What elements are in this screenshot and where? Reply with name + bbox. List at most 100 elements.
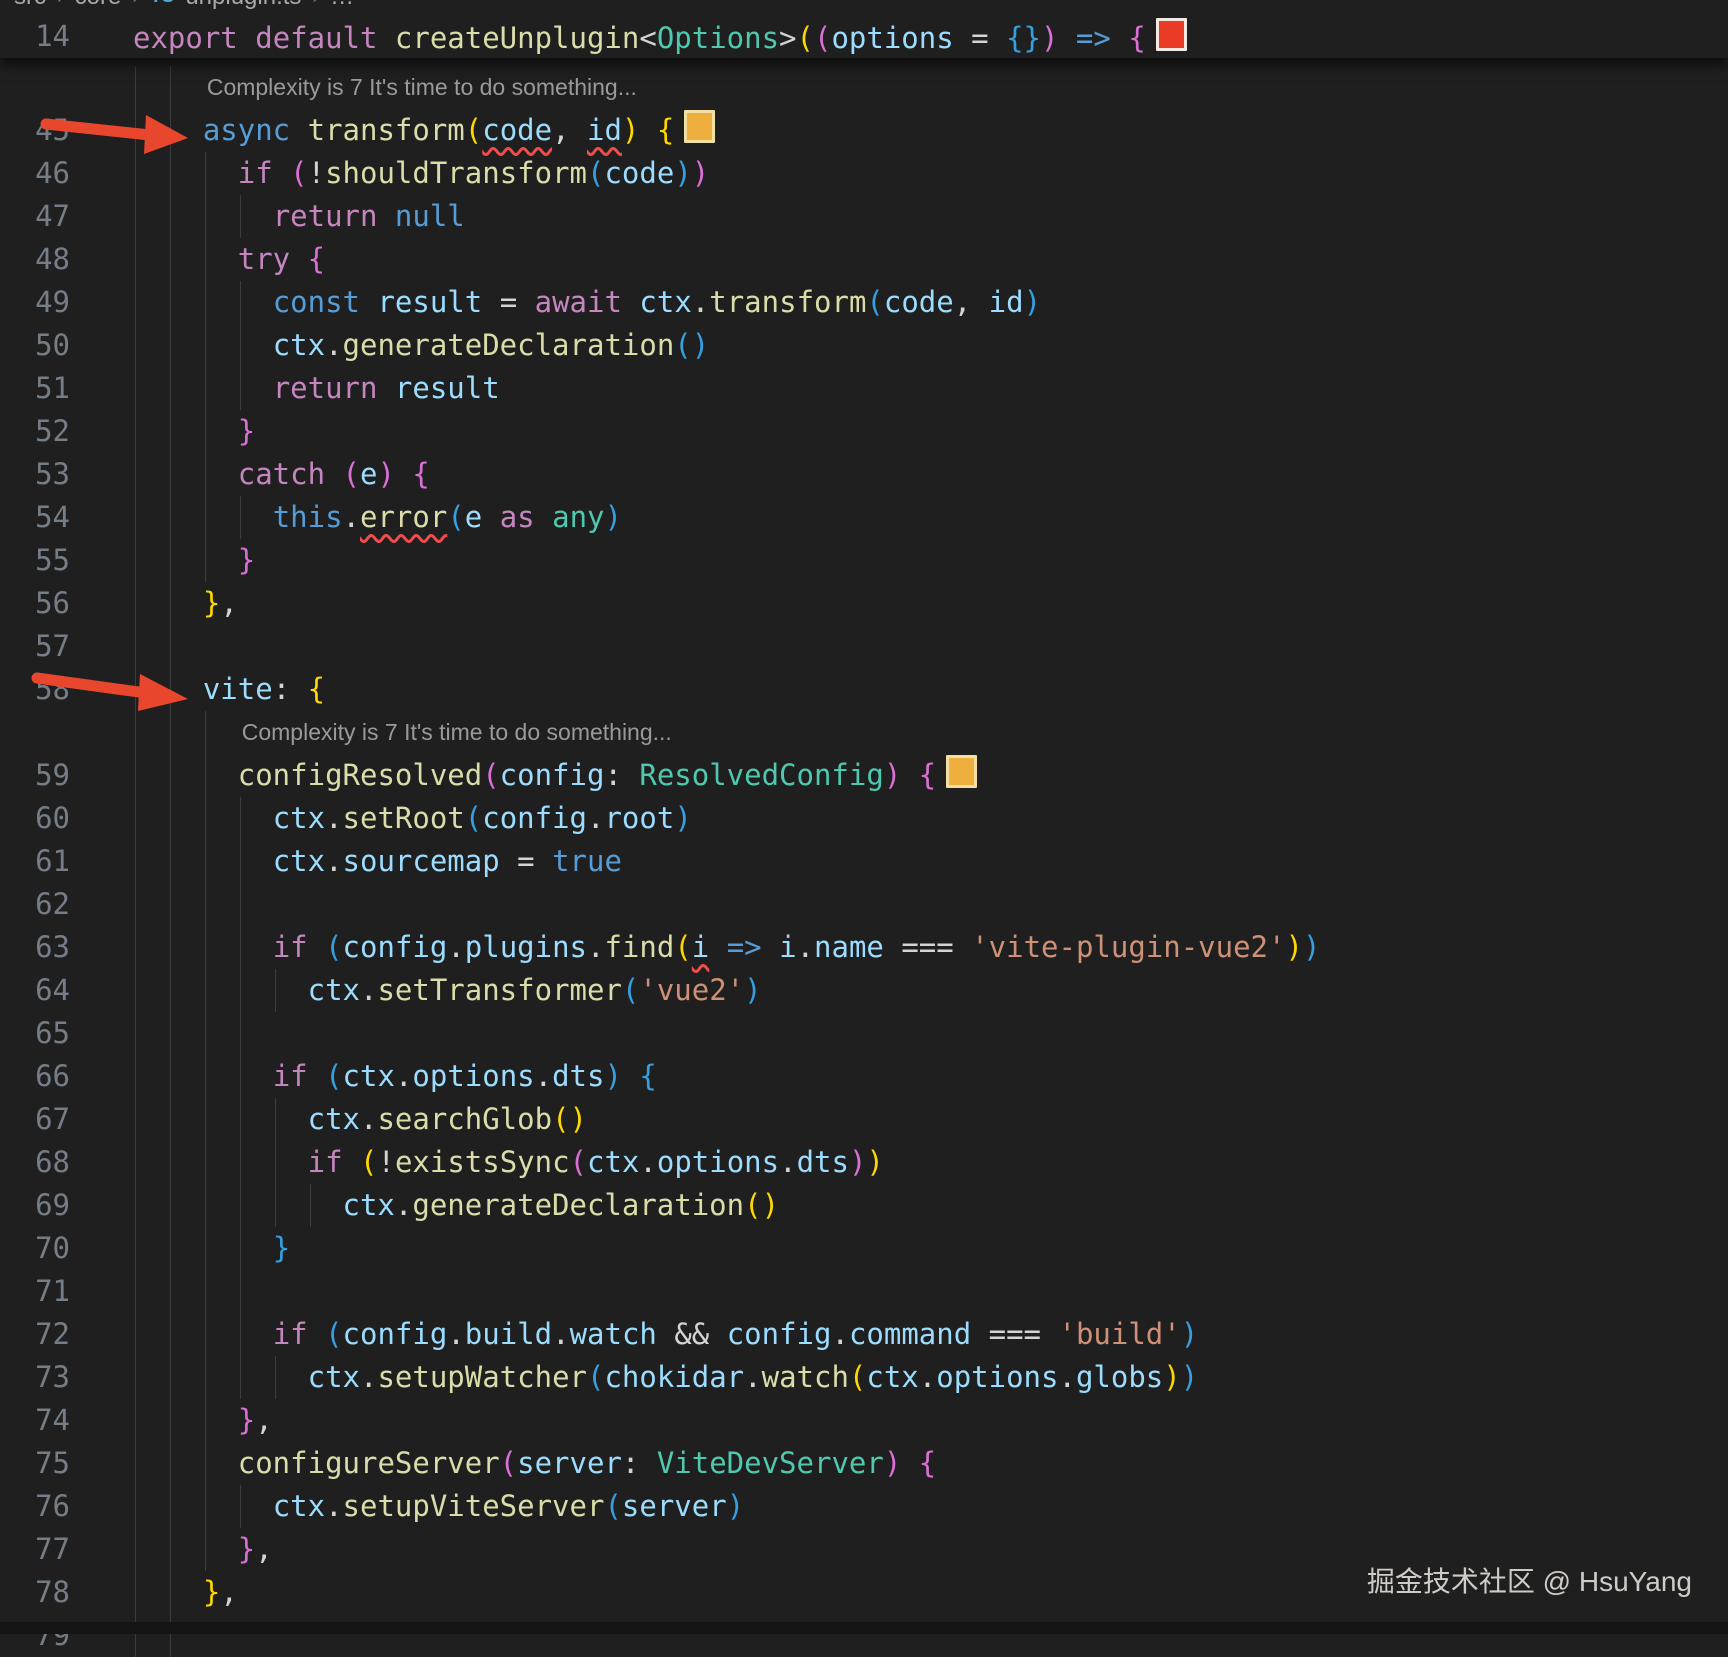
line-number[interactable]: 76 xyxy=(0,1485,70,1528)
line-number[interactable]: 75 xyxy=(0,1442,70,1485)
code-line-56[interactable]: 56 }, xyxy=(0,582,1728,625)
code-line-61[interactable]: 61 ctx.sourcemap = true xyxy=(0,840,1728,883)
line-number[interactable]: 79 xyxy=(0,1614,70,1657)
line-number[interactable]: 50 xyxy=(0,324,70,367)
code-line-53[interactable]: 53 catch (e) { xyxy=(0,453,1728,496)
code-line-45[interactable]: 45 async transform(code, id) { xyxy=(0,109,1728,152)
line-number[interactable]: 57 xyxy=(0,625,70,668)
sticky-scroll-line-14[interactable]: 14 export default createUnplugin<Options… xyxy=(0,14,1728,58)
code-line-74[interactable]: 74 }, xyxy=(0,1399,1728,1442)
code-text[interactable] xyxy=(70,1614,133,1657)
code-text[interactable]: ctx.sourcemap = true xyxy=(70,840,622,883)
line-number[interactable]: 63 xyxy=(0,926,70,969)
code-line-52[interactable]: 52 } xyxy=(0,410,1728,453)
line-number[interactable]: 51 xyxy=(0,367,70,410)
line-number[interactable]: 67 xyxy=(0,1098,70,1141)
line-number[interactable]: 53 xyxy=(0,453,70,496)
code-text[interactable]: const result = await ctx.transform(code,… xyxy=(70,281,1041,324)
code-line-48[interactable]: 48 try { xyxy=(0,238,1728,281)
line-number[interactable]: 60 xyxy=(0,797,70,840)
line-number[interactable] xyxy=(0,66,70,109)
line-number[interactable]: 62 xyxy=(0,883,70,926)
code-line-66[interactable]: 66 if (ctx.options.dts) { xyxy=(0,1055,1728,1098)
code-text[interactable]: }, xyxy=(70,1571,238,1614)
code-line-73[interactable]: 73 ctx.setupWatcher(chokidar.watch(ctx.o… xyxy=(0,1356,1728,1399)
breadcrumb[interactable]: src › core › TS unplugin.ts › … xyxy=(0,0,1728,14)
line-number[interactable]: 49 xyxy=(0,281,70,324)
code-line-64[interactable]: 64 ctx.setTransformer('vue2') xyxy=(0,969,1728,1012)
code-text[interactable] xyxy=(70,1012,133,1055)
line-number[interactable]: 68 xyxy=(0,1141,70,1184)
code-line-54[interactable]: 54 this.error(e as any) xyxy=(0,496,1728,539)
code-line-57[interactable]: 57 xyxy=(0,625,1728,668)
codelens-complexity-link[interactable]: Complexity is 7 It's time to do somethin… xyxy=(70,711,672,754)
line-number[interactable]: 66 xyxy=(0,1055,70,1098)
code-line-67[interactable]: 67 ctx.searchGlob() xyxy=(0,1098,1728,1141)
code-text[interactable] xyxy=(70,625,133,668)
code-line-68[interactable]: 68 if (!existsSync(ctx.options.dts)) xyxy=(0,1141,1728,1184)
code-text[interactable]: if (config.build.watch && config.command… xyxy=(70,1313,1198,1356)
code-line-65[interactable]: 65 xyxy=(0,1012,1728,1055)
code-text[interactable]: async transform(code, id) { xyxy=(70,109,716,152)
code-line-55[interactable]: 55 } xyxy=(0,539,1728,582)
code-line-50[interactable]: 50 ctx.generateDeclaration() xyxy=(0,324,1728,367)
code-text[interactable]: if (!existsSync(ctx.options.dts)) xyxy=(70,1141,884,1184)
line-number[interactable]: 52 xyxy=(0,410,70,453)
code-text[interactable]: if (ctx.options.dts) { xyxy=(70,1055,657,1098)
code-line-75[interactable]: 75 configureServer(server: ViteDevServer… xyxy=(0,1442,1728,1485)
code-text[interactable]: if (config.plugins.find(i => i.name === … xyxy=(70,926,1321,969)
line-number[interactable] xyxy=(0,711,70,754)
code-text[interactable] xyxy=(70,1270,133,1313)
code-line-72[interactable]: 72 if (config.build.watch && config.comm… xyxy=(0,1313,1728,1356)
line-number[interactable]: 71 xyxy=(0,1270,70,1313)
code-line-59[interactable]: 59 configResolved(config: ResolvedConfig… xyxy=(0,754,1728,797)
code-text[interactable]: try { xyxy=(70,238,325,281)
breadcrumb-item-core[interactable]: core xyxy=(75,0,122,11)
line-number[interactable]: 61 xyxy=(0,840,70,883)
code-line-79[interactable]: 79 xyxy=(0,1614,1728,1657)
code-text[interactable]: }, xyxy=(70,1399,273,1442)
line-number[interactable]: 48 xyxy=(0,238,70,281)
code-text[interactable]: return null xyxy=(70,195,465,238)
code-text[interactable]: configResolved(config: ResolvedConfig) { xyxy=(70,754,978,797)
code-line-47[interactable]: 47 return null xyxy=(0,195,1728,238)
line-number[interactable]: 74 xyxy=(0,1399,70,1442)
editor-code-area[interactable]: Complexity is 7 It's time to do somethin… xyxy=(0,66,1728,1657)
code-text[interactable]: configureServer(server: ViteDevServer) { xyxy=(70,1442,936,1485)
breadcrumb-item-src[interactable]: src xyxy=(14,0,46,11)
line-number[interactable]: 59 xyxy=(0,754,70,797)
line-number[interactable]: 64 xyxy=(0,969,70,1012)
line-number[interactable]: 54 xyxy=(0,496,70,539)
code-text[interactable]: if (!shouldTransform(code)) xyxy=(70,152,709,195)
code-text[interactable]: ctx.generateDeclaration() xyxy=(70,1184,780,1227)
code-line-46[interactable]: 46 if (!shouldTransform(code)) xyxy=(0,152,1728,195)
code-text[interactable]: }, xyxy=(70,582,238,625)
code-text[interactable]: return result xyxy=(70,367,500,410)
code-text[interactable]: ctx.generateDeclaration() xyxy=(70,324,710,367)
sticky-code-text[interactable]: export default createUnplugin<Options>((… xyxy=(70,17,1187,55)
code-line-76[interactable]: 76 ctx.setupViteServer(server) xyxy=(0,1485,1728,1528)
code-line-71[interactable]: 71 xyxy=(0,1270,1728,1313)
code-text[interactable]: ctx.searchGlob() xyxy=(70,1098,587,1141)
code-line-69[interactable]: 69 ctx.generateDeclaration() xyxy=(0,1184,1728,1227)
codelens-row[interactable]: Complexity is 7 It's time to do somethin… xyxy=(0,711,1728,754)
code-line-58[interactable]: 58 vite: { xyxy=(0,668,1728,711)
code-line-63[interactable]: 63 if (config.plugins.find(i => i.name =… xyxy=(0,926,1728,969)
code-line-60[interactable]: 60 ctx.setRoot(config.root) xyxy=(0,797,1728,840)
code-line-49[interactable]: 49 const result = await ctx.transform(co… xyxy=(0,281,1728,324)
code-text[interactable]: } xyxy=(70,539,255,582)
line-number[interactable]: 45 xyxy=(0,109,70,152)
codelens-row[interactable]: Complexity is 7 It's time to do somethin… xyxy=(0,66,1728,109)
codelens-complexity-link[interactable]: Complexity is 7 It's time to do somethin… xyxy=(70,66,637,109)
code-line-70[interactable]: 70 } xyxy=(0,1227,1728,1270)
code-text[interactable]: }, xyxy=(70,1528,273,1571)
code-text[interactable]: ctx.setupViteServer(server) xyxy=(70,1485,744,1528)
code-text[interactable]: vite: { xyxy=(70,668,325,711)
line-number[interactable]: 56 xyxy=(0,582,70,625)
line-number[interactable]: 78 xyxy=(0,1571,70,1614)
breadcrumb-item-symbol[interactable]: … xyxy=(330,0,354,11)
code-text[interactable]: ctx.setupWatcher(chokidar.watch(ctx.opti… xyxy=(70,1356,1199,1399)
breadcrumb-item-file[interactable]: unplugin.ts xyxy=(185,0,301,11)
code-line-51[interactable]: 51 return result xyxy=(0,367,1728,410)
line-number[interactable]: 58 xyxy=(0,668,70,711)
